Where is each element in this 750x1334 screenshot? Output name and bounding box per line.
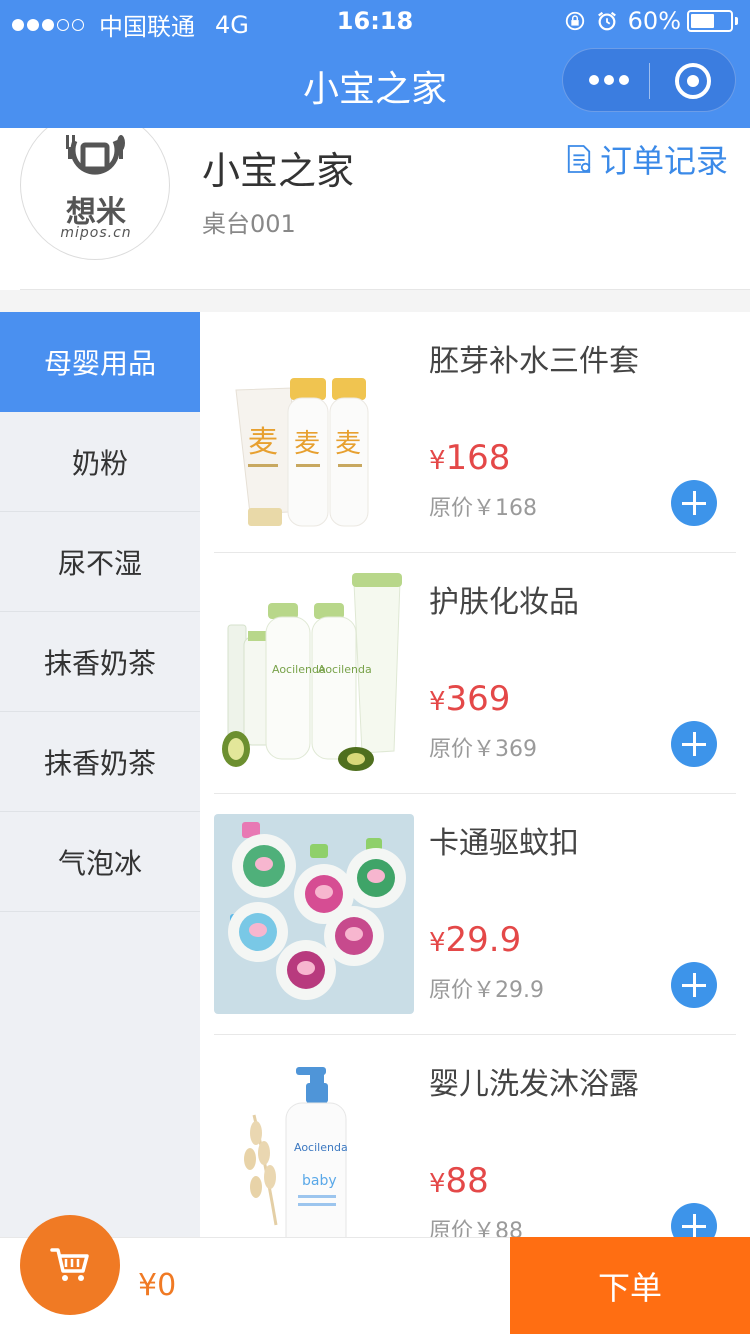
rotation-lock-icon — [565, 11, 584, 31]
add-to-cart-button[interactable] — [671, 480, 717, 526]
order-history-link[interactable]: 订单记录 — [566, 136, 728, 182]
category-item-milk-powder[interactable]: 奶粉 — [0, 412, 200, 512]
svg-text:麦: 麦 — [248, 425, 278, 460]
product-card[interactable]: 卡通驱蚊扣 ¥29.9 原价￥29.9 — [214, 794, 736, 1035]
price-value: 29.9 — [445, 920, 522, 960]
product-image: Aocilenda Aocilenda — [214, 573, 414, 773]
currency-symbol: ¥ — [429, 687, 446, 717]
add-to-cart-button[interactable] — [671, 1203, 717, 1237]
status-bar: 中国联通 4G 16:18 60% — [0, 0, 750, 41]
product-image — [214, 814, 414, 1014]
category-item-milk-tea-2[interactable]: 抹香奶茶 — [0, 712, 200, 812]
currency-symbol: ¥ — [429, 446, 446, 476]
category-label: 母婴用品 — [43, 347, 156, 380]
product-price: ¥369 — [429, 679, 510, 719]
svg-text:Aocilenda: Aocilenda — [294, 1141, 348, 1154]
category-label: 抹香奶茶 — [43, 746, 156, 780]
table-number: 桌台001 — [202, 210, 296, 238]
svg-text:麦: 麦 — [294, 429, 320, 459]
category-label: 尿不湿 — [57, 546, 142, 580]
svg-text:Aocilenda: Aocilenda — [318, 663, 372, 676]
product-card[interactable]: Aocilenda baby 婴儿洗发沐浴露 ¥88 原价￥88 — [214, 1035, 736, 1237]
category-item-diapers[interactable]: 尿不湿 — [0, 512, 200, 612]
shop-name: 小宝之家 — [202, 149, 355, 193]
price-value: 168 — [445, 438, 511, 478]
currency-symbol: ¥ — [429, 1169, 446, 1199]
battery-icon — [687, 10, 733, 32]
nav-bar: 小宝之家 — [0, 40, 750, 128]
product-name: 胚芽补水三件套 — [429, 344, 639, 379]
cart-total: ¥0 — [138, 1268, 177, 1303]
product-name: 护肤化妆品 — [429, 585, 579, 620]
battery-indicator: 60% — [628, 7, 738, 35]
category-label: 奶粉 — [71, 446, 128, 480]
original-price: 原价￥29.9 — [429, 978, 544, 1003]
miniprogram-capsule — [562, 48, 736, 112]
currency-symbol: ¥ — [429, 928, 446, 958]
cart-icon — [50, 1248, 89, 1281]
price-value: 88 — [445, 1161, 489, 1201]
product-image: Aocilenda baby — [214, 1055, 414, 1237]
svg-text:baby: baby — [302, 1173, 337, 1189]
svg-text:麦: 麦 — [335, 429, 361, 459]
product-card[interactable]: Aocilenda Aocilenda 护肤化妆品 ¥369 原价￥369 — [214, 553, 736, 794]
order-list-icon — [567, 145, 591, 173]
product-name: 卡通驱蚊扣 — [429, 826, 579, 861]
category-item-sparkling-ice[interactable]: 气泡冰 — [0, 812, 200, 912]
product-image: 麦 麦 麦 — [214, 332, 414, 532]
order-history-label: 订单记录 — [599, 142, 728, 180]
original-price: 原价￥369 — [429, 737, 537, 762]
product-price: ¥29.9 — [429, 920, 521, 960]
shop-logo: 想米 mipos.cn — [20, 128, 170, 260]
price-value: 369 — [445, 679, 511, 719]
place-order-label: 下单 — [597, 1268, 662, 1307]
battery-percent: 60% — [627, 7, 681, 35]
battery-fill — [691, 14, 714, 28]
original-price: 原价￥88 — [429, 1219, 523, 1237]
cart-button[interactable] — [20, 1215, 120, 1315]
original-price: 原价￥168 — [429, 496, 537, 521]
add-to-cart-button[interactable] — [671, 962, 717, 1008]
add-to-cart-button[interactable] — [671, 721, 717, 767]
product-card[interactable]: 麦 麦 麦 胚芽补水三件套 ¥168 原价￥168 — [214, 312, 736, 553]
capsule-divider — [649, 63, 650, 99]
product-price: ¥168 — [429, 438, 510, 478]
more-menu-icon[interactable] — [589, 75, 634, 85]
product-price: ¥88 — [429, 1161, 489, 1201]
category-label: 抹香奶茶 — [43, 646, 156, 680]
product-name: 婴儿洗发沐浴露 — [429, 1067, 639, 1102]
section-gap — [0, 290, 750, 312]
place-order-button[interactable]: 下单 — [510, 1237, 750, 1334]
product-list: 麦 麦 麦 胚芽补水三件套 ¥168 原价￥168 Aocilenda Aoci… — [200, 312, 750, 1237]
category-label: 气泡冰 — [57, 846, 142, 880]
fork-spoon-icon — [66, 135, 125, 175]
close-miniprogram-icon[interactable] — [675, 63, 711, 99]
category-item-milk-tea[interactable]: 抹香奶茶 — [0, 612, 200, 712]
category-item-maternal-baby[interactable]: 母婴用品 — [0, 312, 200, 412]
shop-header: 想米 mipos.cn 小宝之家 桌台001 订单记录 — [0, 128, 750, 290]
logo-domain: mipos.cn — [60, 225, 132, 241]
alarm-icon — [597, 11, 616, 31]
category-sidebar: 母婴用品 奶粉 尿不湿 抹香奶茶 抹香奶茶 气泡冰 — [0, 312, 200, 1237]
